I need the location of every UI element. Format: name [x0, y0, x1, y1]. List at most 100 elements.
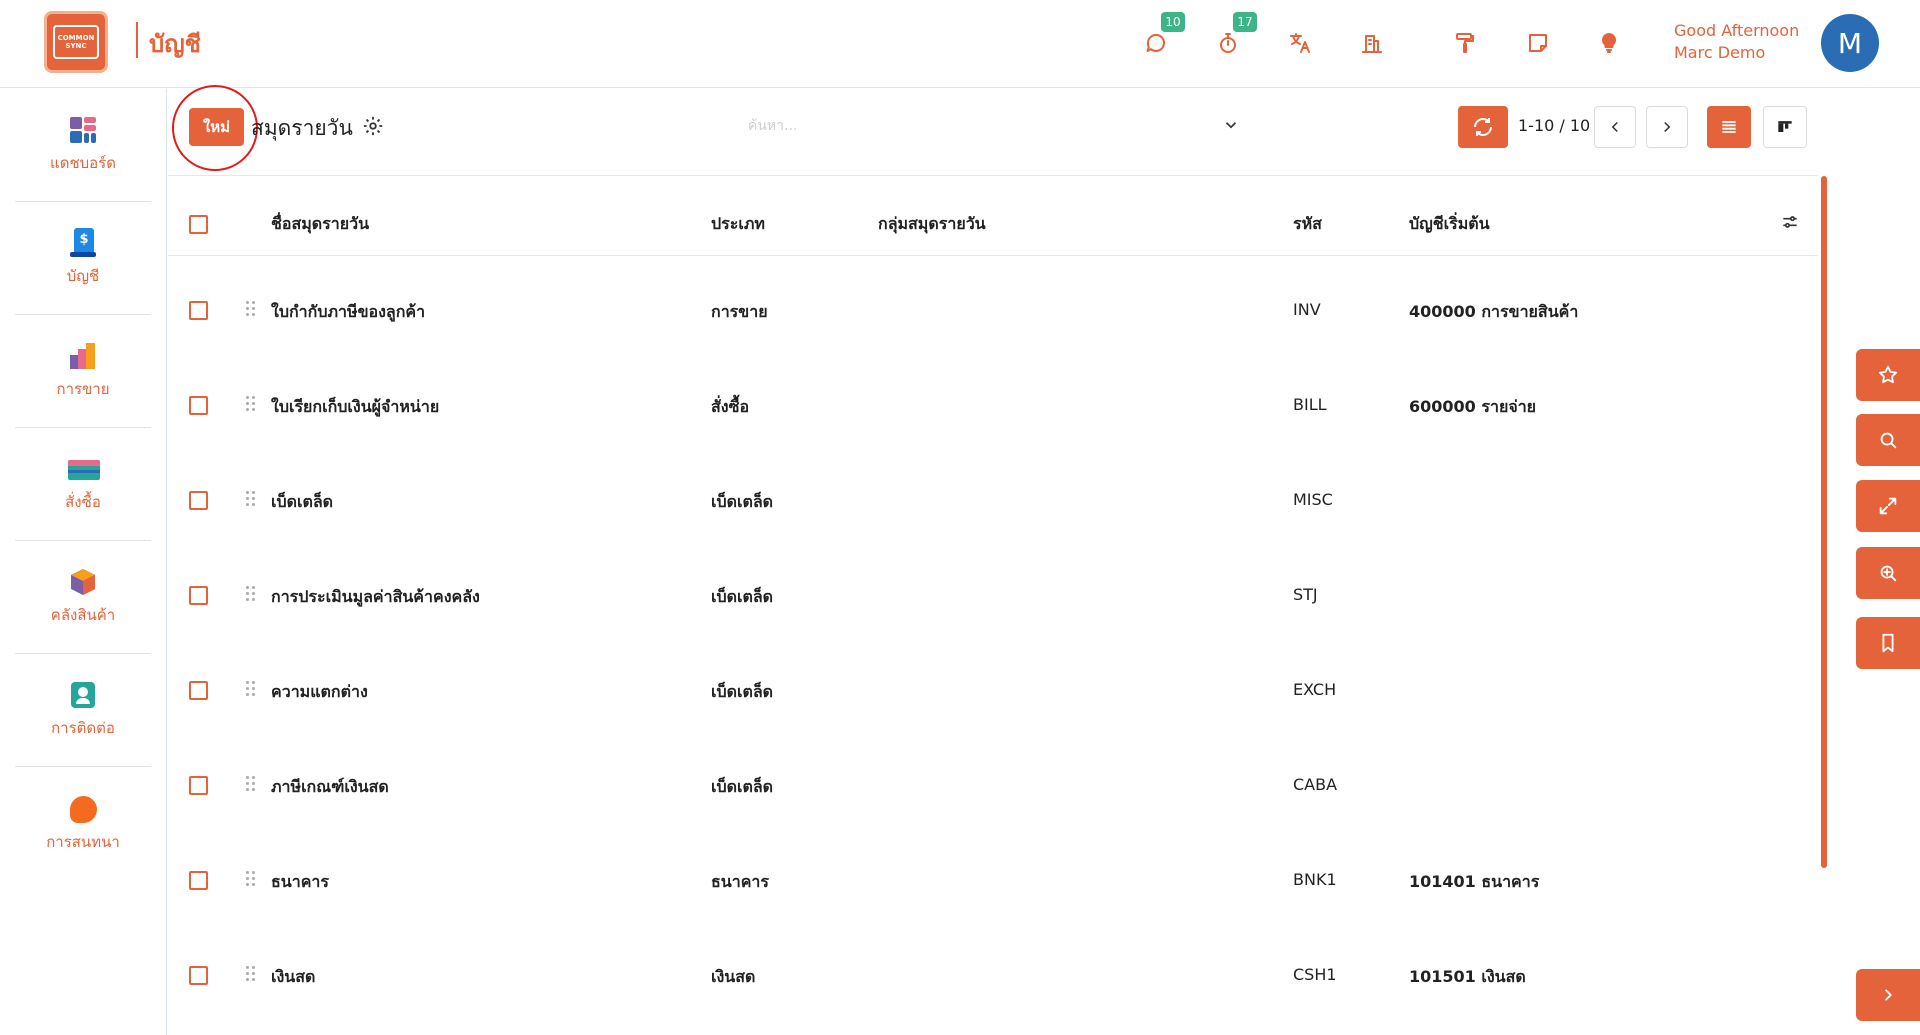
- drag-handle-icon[interactable]: [246, 396, 258, 414]
- cell-type: ธนาคาร: [711, 872, 769, 891]
- fullscreen-button[interactable]: [1856, 480, 1920, 532]
- table-row[interactable]: ความแตกต่าง เบ็ดเตล็ด EXCH: [168, 643, 1818, 738]
- sidebar-item-contacts[interactable]: การติดต่อ: [15, 654, 151, 767]
- table-row[interactable]: เบ็ดเตล็ด เบ็ดเตล็ด MISC: [168, 453, 1818, 548]
- app-title: บัญชี: [149, 30, 201, 58]
- top-bar: COMMON SYNC บัญชี 10 17 Good Afternoon M…: [0, 0, 1920, 88]
- messages-button[interactable]: 10: [1141, 12, 1185, 58]
- column-header-type[interactable]: ประเภท: [711, 212, 765, 237]
- previous-page-button[interactable]: [1594, 106, 1636, 148]
- search-options-toggle[interactable]: [1222, 116, 1242, 136]
- chevron-left-icon: [1611, 121, 1618, 133]
- translate-icon: [1290, 33, 1310, 53]
- company-logo[interactable]: COMMON SYNC: [44, 11, 108, 73]
- row-checkbox[interactable]: [189, 586, 208, 605]
- row-checkbox[interactable]: [189, 871, 208, 890]
- avatar[interactable]: M: [1821, 14, 1879, 72]
- table-row[interactable]: เงินสด เงินสด CSH1 101501 เงินสด: [168, 928, 1818, 1023]
- sidebar-item-label: แดชบอร์ด: [50, 154, 116, 172]
- sidebar-item-discuss[interactable]: การสนทนา: [15, 767, 151, 880]
- cell-default-account: 400000 การขายสินค้า: [1409, 302, 1579, 321]
- column-header-name[interactable]: ชื่อสมุดรายวัน: [271, 212, 369, 237]
- settings-button[interactable]: [362, 115, 386, 139]
- cell-default-account: 101401 ธนาคาร: [1409, 872, 1540, 891]
- next-page-button[interactable]: [1646, 106, 1688, 148]
- greeting-text: Good Afternoon: [1674, 21, 1800, 40]
- table-row[interactable]: ใบกำกับภาษีของลูกค้า การขาย INV 400000 การข…: [168, 263, 1818, 358]
- search-input[interactable]: [740, 118, 1200, 134]
- sidebar-item-inventory[interactable]: คลังสินค้า: [15, 541, 151, 654]
- activities-button[interactable]: 17: [1213, 12, 1257, 58]
- row-checkbox[interactable]: [189, 396, 208, 415]
- table-row[interactable]: ภาษีเกณฑ์เงินสด เบ็ดเตล็ด CABA: [168, 738, 1818, 833]
- favorite-button[interactable]: [1856, 349, 1920, 401]
- drag-handle-icon[interactable]: [246, 776, 258, 794]
- search-icon: [1880, 432, 1897, 449]
- cell-type: เบ็ดเตล็ด: [711, 492, 774, 511]
- column-header-default-account[interactable]: บัญชีเริ่มต้น: [1409, 212, 1490, 237]
- theme-button[interactable]: [1450, 28, 1480, 58]
- table-row[interactable]: ใบเรียกเก็บเงินผู้จำหน่าย สั่งซื้อ BILL 600…: [168, 358, 1818, 453]
- list-view-button[interactable]: [1707, 106, 1751, 148]
- row-checkbox[interactable]: [189, 681, 208, 700]
- pager-value[interactable]: 1-10 / 10: [1518, 116, 1590, 135]
- notes-button[interactable]: [1523, 28, 1553, 58]
- sidebar-item-label: บัญชี: [66, 267, 100, 285]
- drag-handle-icon[interactable]: [246, 871, 258, 889]
- chevron-right-icon: [1885, 989, 1892, 1001]
- greeting: Good Afternoon Marc Demo: [1674, 20, 1799, 64]
- select-all-checkbox[interactable]: [189, 215, 208, 234]
- search-button[interactable]: [1856, 414, 1920, 466]
- sidebar-item-purchase[interactable]: สั่งซื้อ: [15, 428, 151, 541]
- tips-button[interactable]: [1594, 28, 1624, 58]
- cell-journal-name: เงินสด: [271, 967, 316, 986]
- sidebar-item-label: การติดต่อ: [51, 719, 115, 737]
- drag-handle-icon[interactable]: [246, 681, 258, 699]
- bookmark-button[interactable]: [1856, 617, 1920, 669]
- row-checkbox[interactable]: [189, 491, 208, 510]
- building-icon: [1362, 35, 1382, 53]
- chevron-right-icon: [1664, 121, 1671, 133]
- optional-columns-button[interactable]: [1780, 212, 1802, 234]
- sidebar: แดชบอร์ด $ บัญชี การขาย สั่งซื้อ คลังสิน…: [0, 89, 167, 1035]
- logo-separator: [136, 22, 138, 58]
- expand-panel-button[interactable]: [1856, 969, 1920, 1021]
- scrollbar[interactable]: [1821, 176, 1827, 868]
- sidebar-item-dashboard[interactable]: แดชบอร์ด: [15, 89, 151, 202]
- column-header-code[interactable]: รหัส: [1293, 212, 1322, 237]
- activities-badge: 17: [1233, 12, 1257, 32]
- zoom-in-icon: [1880, 565, 1897, 582]
- drag-handle-icon[interactable]: [246, 586, 258, 604]
- language-button[interactable]: [1285, 28, 1315, 58]
- cell-journal-name: การประเมินมูลค่าสินค้าคงคลัง: [271, 587, 480, 606]
- column-header-group[interactable]: กลุ่มสมุดรายวัน: [878, 212, 986, 237]
- row-checkbox[interactable]: [189, 776, 208, 795]
- table-row[interactable]: การประเมินมูลค่าสินค้าคงคลัง เบ็ดเตล็ด STJ: [168, 548, 1818, 643]
- cell-code: INV: [1293, 300, 1321, 319]
- refresh-button[interactable]: [1458, 106, 1508, 148]
- user-name: Marc Demo: [1674, 43, 1766, 62]
- cell-default-account: 101501 เงินสด: [1409, 967, 1526, 986]
- sidebar-item-sales[interactable]: การขาย: [15, 315, 151, 428]
- cell-type: เบ็ดเตล็ด: [711, 682, 774, 701]
- new-button[interactable]: ใหม่: [189, 108, 244, 146]
- kanban-view-button[interactable]: [1763, 106, 1807, 148]
- sidebar-item-accounting[interactable]: $ บัญชี: [15, 202, 151, 315]
- contacts-icon: [68, 680, 98, 710]
- zoom-button[interactable]: [1856, 547, 1920, 599]
- cell-type: การขาย: [711, 302, 768, 321]
- cell-code: EXCH: [1293, 680, 1337, 699]
- chevron-down-icon: [1225, 122, 1237, 129]
- drag-handle-icon[interactable]: [246, 491, 258, 509]
- star-icon: [1879, 365, 1897, 384]
- table-row[interactable]: ธนาคาร ธนาคาร BNK1 101401 ธนาคาร: [168, 833, 1818, 928]
- drag-handle-icon[interactable]: [246, 301, 258, 319]
- search-bar: [740, 108, 1252, 144]
- row-checkbox[interactable]: [189, 966, 208, 985]
- cell-type: สั่งซื้อ: [711, 397, 750, 416]
- row-checkbox[interactable]: [189, 301, 208, 320]
- page-title: สมุดรายวัน: [251, 116, 353, 140]
- cell-journal-name: ใบกำกับภาษีของลูกค้า: [271, 302, 426, 321]
- company-switch-button[interactable]: [1357, 28, 1387, 58]
- drag-handle-icon[interactable]: [246, 966, 258, 984]
